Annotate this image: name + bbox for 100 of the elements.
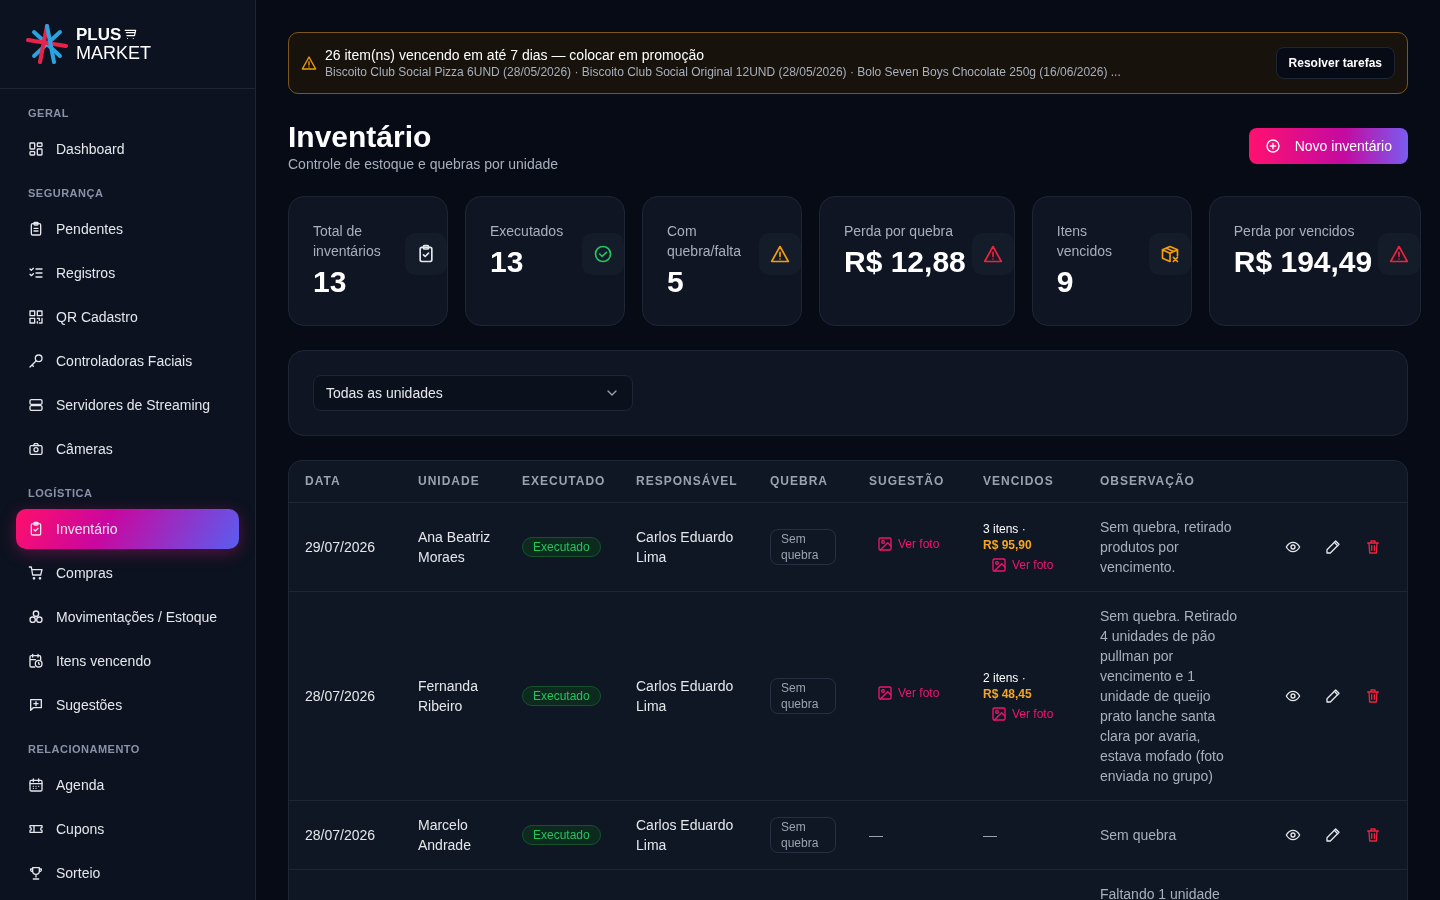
column-header: QUEBRA bbox=[754, 461, 853, 502]
checklist-icon bbox=[28, 265, 44, 281]
column-header: RESPONSÁVEL bbox=[620, 461, 754, 502]
column-header: DATA bbox=[289, 461, 402, 502]
stat-value: 9 bbox=[1056, 265, 1075, 299]
unit-cell: Fernanda Ribeiro bbox=[418, 677, 478, 714]
trash-icon[interactable] bbox=[1365, 826, 1381, 843]
item-count: 2 itens · bbox=[983, 669, 1026, 686]
alert-detail: Biscoito Club Social Pizza 6UND (28/05/2026) · Biscoito Club Social Original 12UND (28/05/2026) · Bolo Seven Boys Chocolate 250g (16/06/2026) ... bbox=[325, 65, 1122, 79]
column-header: OBSERVAÇÃO bbox=[1084, 461, 1261, 502]
nav-item[interactable]: QR Cadastro bbox=[16, 297, 239, 337]
brand-name: MARKET bbox=[76, 44, 151, 62]
alert-title: 26 item(ns) vencendo em até 7 dias — colocar em promoção bbox=[325, 47, 705, 63]
breakage-badge: Sem quebra bbox=[770, 816, 836, 853]
date-cell: 28/07/2026 bbox=[305, 826, 376, 843]
item-count: 3 itens · bbox=[983, 520, 1026, 537]
status-badge: Executado bbox=[522, 537, 601, 557]
stat-label: Itens vencidos bbox=[1056, 222, 1114, 261]
observation-cell: Sem quebra. Retirado 4 unidades de pão pullman por vencimento e 1 unidade de queijo prato lanche santa clara por avaria, estava mofado (foto enviada no grupo) bbox=[1100, 607, 1237, 784]
nav-item[interactable]: Sugestões bbox=[16, 685, 239, 725]
empty-dash: — bbox=[869, 826, 883, 843]
nav-item[interactable]: Dashboard bbox=[16, 129, 239, 169]
stat-value: R$ 12,88 bbox=[844, 245, 966, 279]
logo-icon bbox=[26, 24, 68, 64]
photo-link[interactable]: Ver foto bbox=[869, 685, 940, 701]
image-icon bbox=[991, 556, 1007, 573]
qr-code-icon bbox=[28, 309, 44, 325]
nav-item[interactable]: Cupons bbox=[16, 809, 239, 849]
nav-item[interactable]: Registros bbox=[16, 253, 239, 293]
breakage-badge: Sem quebra bbox=[770, 677, 836, 714]
section-label: GERAL bbox=[28, 106, 70, 121]
nav-item[interactable]: Sorteio bbox=[16, 853, 239, 893]
cart-icon bbox=[28, 565, 44, 581]
section-label: SEGURANÇA bbox=[28, 186, 105, 201]
plus-circle-icon bbox=[1264, 138, 1281, 154]
stat-value: 5 bbox=[667, 265, 685, 299]
image-icon bbox=[991, 705, 1007, 722]
nav-item[interactable]: Inventário bbox=[16, 509, 239, 549]
column-header: EXECUTADO bbox=[506, 461, 620, 502]
status-badge: Executado bbox=[522, 686, 601, 706]
pencil-icon[interactable] bbox=[1325, 538, 1341, 555]
cart-icon bbox=[124, 28, 139, 42]
nav-item[interactable]: Compras bbox=[16, 553, 239, 593]
pencil-icon[interactable] bbox=[1325, 826, 1341, 843]
photo-link[interactable]: Ver foto bbox=[869, 536, 940, 552]
boxes-icon bbox=[28, 609, 44, 625]
resolve-button[interactable]: Resolver tarefas bbox=[1275, 47, 1395, 79]
unit-cell: Ana Beatriz Moraes bbox=[418, 528, 491, 565]
image-icon bbox=[877, 536, 893, 552]
calendar-clock-icon bbox=[28, 653, 44, 669]
section-label: LOGÍSTICA bbox=[28, 486, 94, 501]
responsible-cell: Carlos Eduardo Lima bbox=[636, 528, 734, 565]
status-badge: Executado bbox=[522, 825, 601, 845]
stat-value: 13 bbox=[490, 245, 525, 279]
key-icon bbox=[28, 353, 44, 369]
clipboard-check-icon bbox=[28, 521, 44, 537]
column-header: SUGESTÃO bbox=[853, 461, 967, 502]
photo-link[interactable]: Ver foto bbox=[983, 556, 1054, 573]
amount: R$ 48,45 bbox=[983, 685, 1032, 702]
image-icon bbox=[877, 685, 893, 701]
stat-value: R$ 194,49 bbox=[1233, 245, 1373, 279]
stat-label: Com quebra/falta bbox=[667, 222, 742, 261]
nav-item[interactable]: Servidores de Streaming bbox=[16, 385, 239, 425]
message-plus-icon bbox=[28, 697, 44, 713]
dashboard-icon bbox=[28, 141, 44, 157]
pencil-icon[interactable] bbox=[1325, 687, 1341, 704]
trash-icon[interactable] bbox=[1365, 538, 1381, 555]
warning-icon bbox=[301, 55, 317, 71]
trophy-icon bbox=[28, 865, 44, 881]
unit-cell: Marcelo Andrade bbox=[418, 816, 471, 853]
amount: R$ 95,90 bbox=[983, 536, 1032, 553]
column-header: UNIDADE bbox=[402, 461, 506, 502]
responsible-cell: Carlos Eduardo Lima bbox=[636, 816, 734, 853]
camera-icon bbox=[28, 441, 44, 457]
nav-item[interactable]: Movimentações / Estoque bbox=[16, 597, 239, 637]
date-cell: 28/07/2026 bbox=[305, 687, 376, 704]
column-header: VENCIDOS bbox=[967, 461, 1084, 502]
trash-icon[interactable] bbox=[1365, 687, 1381, 704]
section-label: RELACIONAMENTO bbox=[28, 742, 141, 757]
nav-item[interactable]: Pendentes bbox=[16, 209, 239, 249]
stat-label: Total de inventários bbox=[313, 222, 382, 261]
stat-label: Perda por quebra bbox=[844, 222, 954, 241]
page-title: Inventário bbox=[288, 120, 433, 154]
empty-dash: — bbox=[983, 826, 997, 843]
unit-select[interactable]: Todas as unidades bbox=[313, 375, 633, 411]
nav-item[interactable]: Agenda bbox=[16, 765, 239, 805]
photo-link[interactable]: Ver foto bbox=[983, 705, 1054, 722]
calendar-icon bbox=[28, 777, 44, 793]
nav-item[interactable]: Controladoras Faciais bbox=[16, 341, 239, 381]
server-icon bbox=[28, 397, 44, 413]
stat-label: Perda por vencidos bbox=[1233, 222, 1356, 241]
observation-cell: Faltando 1 unidade bbox=[1100, 885, 1220, 900]
responsible-cell: Carlos Eduardo Lima bbox=[636, 677, 734, 714]
stat-value: 13 bbox=[313, 265, 348, 299]
date-cell: 29/07/2026 bbox=[305, 538, 376, 555]
nav-item[interactable]: Itens vencendo bbox=[16, 641, 239, 681]
clipboard-icon bbox=[28, 221, 44, 237]
new-inventory-button[interactable]: Novo inventário bbox=[1248, 128, 1408, 164]
nav-item[interactable]: Câmeras bbox=[16, 429, 239, 469]
stat-label: Executados bbox=[490, 222, 565, 241]
